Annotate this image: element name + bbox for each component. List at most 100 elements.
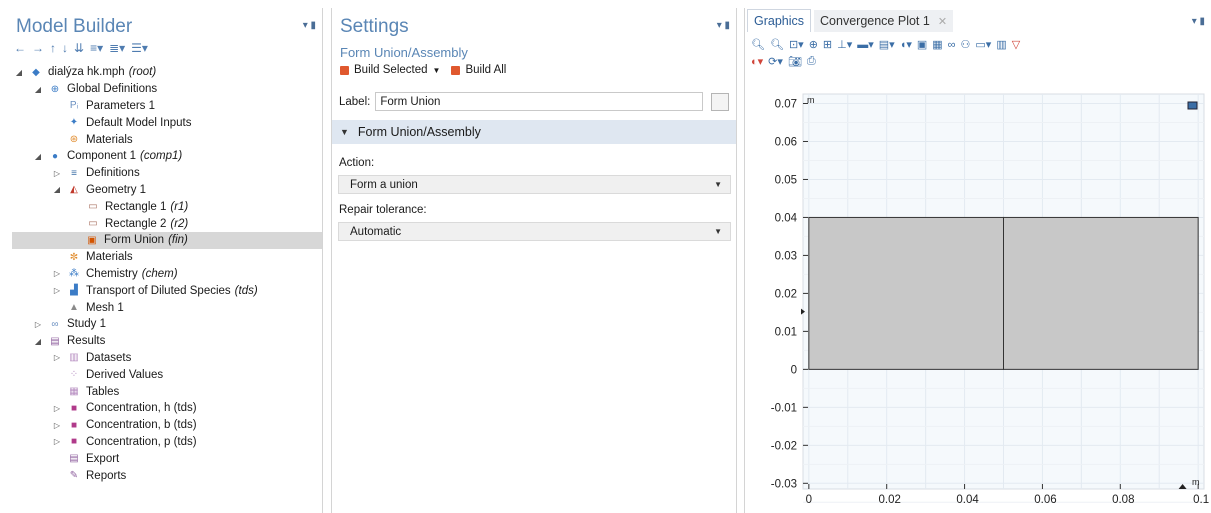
expander-icon[interactable]: ◢ xyxy=(13,68,25,77)
action-select[interactable]: Form a union ▼ xyxy=(338,175,731,194)
zoom-box-icon[interactable]: ⊡▾ xyxy=(789,38,804,51)
user-icon[interactable]: ⚇ xyxy=(961,38,971,51)
select-icon[interactable]: ▤▾ xyxy=(879,38,895,51)
tree-item[interactable]: ▷ ■ Concentration, b (tds) xyxy=(13,417,322,434)
app-file-icon: ◆ xyxy=(32,66,40,78)
tree-item[interactable]: ▷ ⁂ Chemistry (chem) xyxy=(13,266,322,283)
settings-panel: Settings ▾ ▮ Form Union/Assembly Build S… xyxy=(331,8,737,513)
expander-icon[interactable]: ▷ xyxy=(51,169,63,178)
tree-item[interactable]: ▤ Export xyxy=(13,450,322,467)
tree-item[interactable]: ▭ Rectangle 2 (r2) xyxy=(13,215,322,232)
tree-item[interactable]: ✎ Reports xyxy=(13,467,322,484)
zoom-extents-icon[interactable]: ⊞ xyxy=(823,38,832,51)
print-icon[interactable]: ⎙ xyxy=(807,55,816,68)
section-header-form-union[interactable]: ▼ Form Union/Assembly xyxy=(332,120,736,144)
render-icon[interactable]: ◖▾ xyxy=(900,38,912,51)
expander-icon[interactable]: ▷ xyxy=(51,421,63,430)
tree-item-label: Materials xyxy=(86,133,133,146)
tree-item[interactable]: ▦ Tables xyxy=(13,383,322,400)
expander-icon[interactable]: ▷ xyxy=(32,320,44,329)
scene-light-icon[interactable]: ◐▾ xyxy=(751,55,763,68)
expander-icon[interactable]: ▷ xyxy=(51,286,63,295)
plot-group-icon: ■ xyxy=(70,402,78,414)
link-icon[interactable]: ∞ xyxy=(948,39,956,51)
repair-tolerance-caption: Repair tolerance: xyxy=(339,204,427,216)
panel-menu-icon[interactable]: ▾ ▮ xyxy=(717,20,730,31)
tree-item[interactable]: Pᵢ Parameters 1 xyxy=(13,98,322,115)
window-icon[interactable]: ▭▾ xyxy=(975,38,991,51)
expander-icon[interactable]: ▷ xyxy=(51,404,63,413)
chevron-down-icon[interactable]: ▼ xyxy=(433,66,441,75)
x-unit-label: m xyxy=(1192,477,1200,487)
expander-icon[interactable]: ◢ xyxy=(51,185,63,194)
filter-icon[interactable]: ▽ xyxy=(1012,38,1020,51)
tab-graphics[interactable]: Graphics xyxy=(747,9,812,32)
toolbar-button-0[interactable]: ← xyxy=(14,41,26,55)
tree-item-tag: (r2) xyxy=(170,217,189,230)
toolbar-button-5[interactable]: ≡▾ xyxy=(90,41,103,55)
tree-item[interactable]: ▷ ■ Concentration, p (tds) xyxy=(13,434,322,451)
tree-item[interactable]: ◢ ◭ Geometry 1 xyxy=(13,182,322,199)
tree-item[interactable]: ▣ Form Union (fin) xyxy=(12,231,322,249)
tree-item[interactable]: ◢ ⊕ Global Definitions xyxy=(13,81,322,98)
toolbar-button-6[interactable]: ≣▾ xyxy=(109,41,125,55)
refresh-icon[interactable]: ⟳▾ xyxy=(768,55,783,68)
center-icon[interactable]: ⊕ xyxy=(809,38,818,51)
panel-menu-icon[interactable]: ▾ ▮ xyxy=(1192,16,1205,32)
axis-icon[interactable]: ⊥▾ xyxy=(837,38,852,51)
toolbar-button-3[interactable]: ↓ xyxy=(62,41,68,55)
toolbar-button-4[interactable]: ⇊ xyxy=(74,41,84,55)
y-tick-label: -0.01 xyxy=(771,402,797,414)
plot-group-icon: ■ xyxy=(70,419,78,431)
tree-item[interactable]: ▷ ≡ Definitions xyxy=(13,165,322,182)
panel-menu-icon[interactable]: ▾ ▮ xyxy=(303,20,316,31)
tree-item[interactable]: ✦ Default Model Inputs xyxy=(13,114,322,131)
tree-item[interactable]: ▷ ▥ Datasets xyxy=(13,350,322,367)
toolbar-button-7[interactable]: ☰▾ xyxy=(131,41,148,55)
tree-item[interactable]: ▲ Mesh 1 xyxy=(13,299,322,316)
toolbar-button-1[interactable]: → xyxy=(32,41,44,55)
x-tick-label: 0.08 xyxy=(1112,494,1134,506)
selection-list-icon[interactable]: ▣ xyxy=(917,38,927,51)
geometry-rect-r1 xyxy=(808,216,1004,370)
collapse-triangle-icon[interactable]: ▼ xyxy=(340,127,349,137)
tree-item[interactable]: ⊛ Materials xyxy=(13,131,322,148)
expander-icon[interactable]: ◢ xyxy=(32,152,44,161)
zoom-in-icon[interactable]: 🔍︎ xyxy=(751,38,765,51)
geometry-plot[interactable]: 0.07 0.06 0.05 0.04 0.03 0.02 0.01 0 -0.01 -0.02 -… xyxy=(745,88,1211,513)
view-icon[interactable]: ▬▾ xyxy=(857,38,874,51)
expander-icon[interactable]: ◢ xyxy=(32,337,44,346)
materials-icon: ⊛ xyxy=(69,134,79,146)
reset-label-button[interactable] xyxy=(711,92,730,111)
toolbar-button-2[interactable]: ↑ xyxy=(50,41,56,55)
tree-item[interactable]: ▷ ▟ Transport of Diluted Species (tds) xyxy=(13,282,322,299)
tree-item[interactable]: ✼ Materials xyxy=(13,249,322,266)
close-icon[interactable]: ✕ xyxy=(938,16,947,28)
zoom-out-icon[interactable]: 🔍︎ xyxy=(770,38,784,51)
tree-item-label: Results xyxy=(67,335,106,348)
graphics-toolbar-row-1: 🔍︎ 🔍︎ ⊡▾ ⊕ ⊞ ⊥▾ ▬▾ ▤▾ ◖▾ ▣ ▦ ∞ ⚇ ▭▾ ▥ ▽ xyxy=(745,36,1211,53)
tree-item[interactable]: ▷ ∞ Study 1 xyxy=(13,316,322,333)
build-all-button[interactable]: Build All xyxy=(465,64,506,76)
build-selected-button[interactable]: Build Selected xyxy=(354,64,428,76)
hide-icon[interactable]: ▦ xyxy=(932,38,942,51)
repair-tolerance-select[interactable]: Automatic ▼ xyxy=(338,222,731,241)
layout-icon[interactable]: ▥ xyxy=(996,38,1006,51)
tab-convergence-plot[interactable]: Convergence Plot 1 ✕ xyxy=(814,10,954,32)
model-tree: ◢ ◆ dialýza hk.mph (root) ◢ ⊕ Global Definitio… xyxy=(12,64,322,484)
expander-icon[interactable]: ▷ xyxy=(51,353,63,362)
tree-item[interactable]: ◢ ● Component 1 (comp1) xyxy=(13,148,322,165)
tree-item-label: Reports xyxy=(86,469,127,482)
tree-item[interactable]: ◢ ▤ Results xyxy=(13,333,322,350)
tables-icon: ▦ xyxy=(69,386,79,398)
label-field[interactable]: Form Union xyxy=(375,92,704,111)
expander-icon[interactable]: ▷ xyxy=(51,269,63,278)
expander-icon[interactable]: ◢ xyxy=(32,85,44,94)
expander-icon[interactable]: ▷ xyxy=(51,437,63,446)
tree-item[interactable]: ◢ ◆ dialýza hk.mph (root) xyxy=(13,64,322,81)
camera-icon[interactable]: 📷︎ xyxy=(788,55,802,68)
tree-item[interactable]: ▷ ■ Concentration, h (tds) xyxy=(13,400,322,417)
tree-item[interactable]: ▭ Rectangle 1 (r1) xyxy=(13,198,322,215)
tree-item[interactable]: ⁘ Derived Values xyxy=(13,366,322,383)
y-tick-label: 0 xyxy=(791,364,797,376)
